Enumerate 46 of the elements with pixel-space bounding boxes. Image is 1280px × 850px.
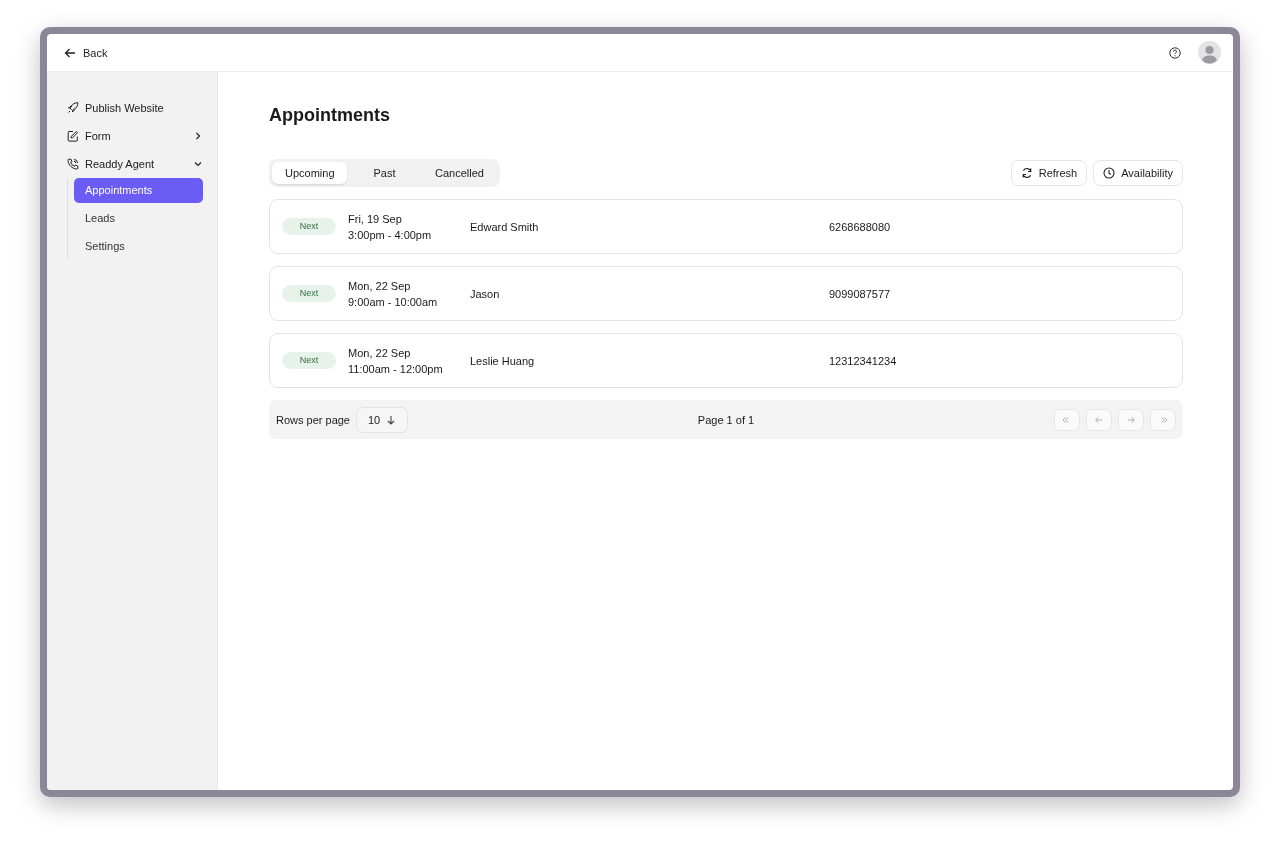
sidebar-subitem[interactable]: Settings (74, 234, 203, 259)
appointment-time: 9:00am - 10:00am (348, 295, 439, 308)
back-button[interactable]: Back (64, 46, 108, 59)
appointment-date: Mon, 22 Sep (348, 346, 412, 359)
status-badge: Next (282, 352, 336, 369)
status-badge: Next (282, 218, 336, 235)
sidebar-label: Readdy Agent (85, 158, 156, 170)
appointment-card[interactable]: Next Fri, 19 Sep 3:00pm - 4:00pm Edward Smith 6268688080 (269, 199, 1183, 254)
appointment-time: 11:00am - 12:00pm (348, 362, 444, 375)
page-indicator: Page 1 of 1 (697, 413, 755, 426)
availability-button[interactable]: Availability (1093, 160, 1183, 186)
clock-icon (1103, 167, 1116, 179)
sidebar-label: Form (85, 130, 112, 142)
help-icon[interactable] (1169, 46, 1181, 59)
tab[interactable]: Upcoming (272, 162, 347, 184)
sidebar-item[interactable]: Publish Website (67, 94, 203, 122)
sidebar-item[interactable]: Readdy Agent (67, 150, 203, 178)
rocket-icon (67, 102, 79, 114)
refresh-button[interactable]: Refresh (1010, 160, 1088, 186)
appointment-card[interactable]: Next Mon, 22 Sep 9:00am - 10:00am Jason 9099087577 (269, 266, 1183, 321)
arrow-left-icon (64, 46, 76, 59)
arrow-down-icon (386, 414, 397, 425)
tab[interactable]: Cancelled (422, 162, 497, 184)
sidebar-subitem[interactable]: Leads (74, 206, 203, 231)
page-title: Appointments (269, 105, 391, 126)
edit-icon (67, 130, 79, 142)
phone-number: 6268688080 (829, 220, 892, 233)
phone-icon (67, 158, 79, 170)
refresh-icon (1020, 167, 1033, 179)
sidebar-item[interactable]: Form (67, 122, 203, 150)
appointment-time: 3:00pm - 4:00pm (348, 228, 433, 241)
tab[interactable]: Past (347, 162, 422, 184)
avatar-icon[interactable] (1198, 41, 1221, 64)
sidebar-label: Publish Website (85, 102, 165, 114)
phone-number: 12312341234 (829, 354, 898, 367)
rows-per-page-select[interactable]: 10 (356, 406, 409, 433)
status-badge: Next (282, 285, 336, 302)
contact-name: Jason (470, 287, 501, 300)
appointment-date: Fri, 19 Sep (348, 212, 403, 225)
sidebar-subitem[interactable]: Appointments (74, 178, 203, 203)
phone-number: 9099087577 (829, 287, 892, 300)
rows-per-page-label: Rows per page (276, 413, 350, 426)
contact-name: Edward Smith (470, 220, 540, 233)
contact-name: Leslie Huang (470, 354, 536, 367)
appointment-date: Mon, 22 Sep (348, 279, 412, 292)
appointment-card[interactable]: Next Mon, 22 Sep 11:00am - 12:00pm Leslie Huang 12312341234 (269, 333, 1183, 388)
